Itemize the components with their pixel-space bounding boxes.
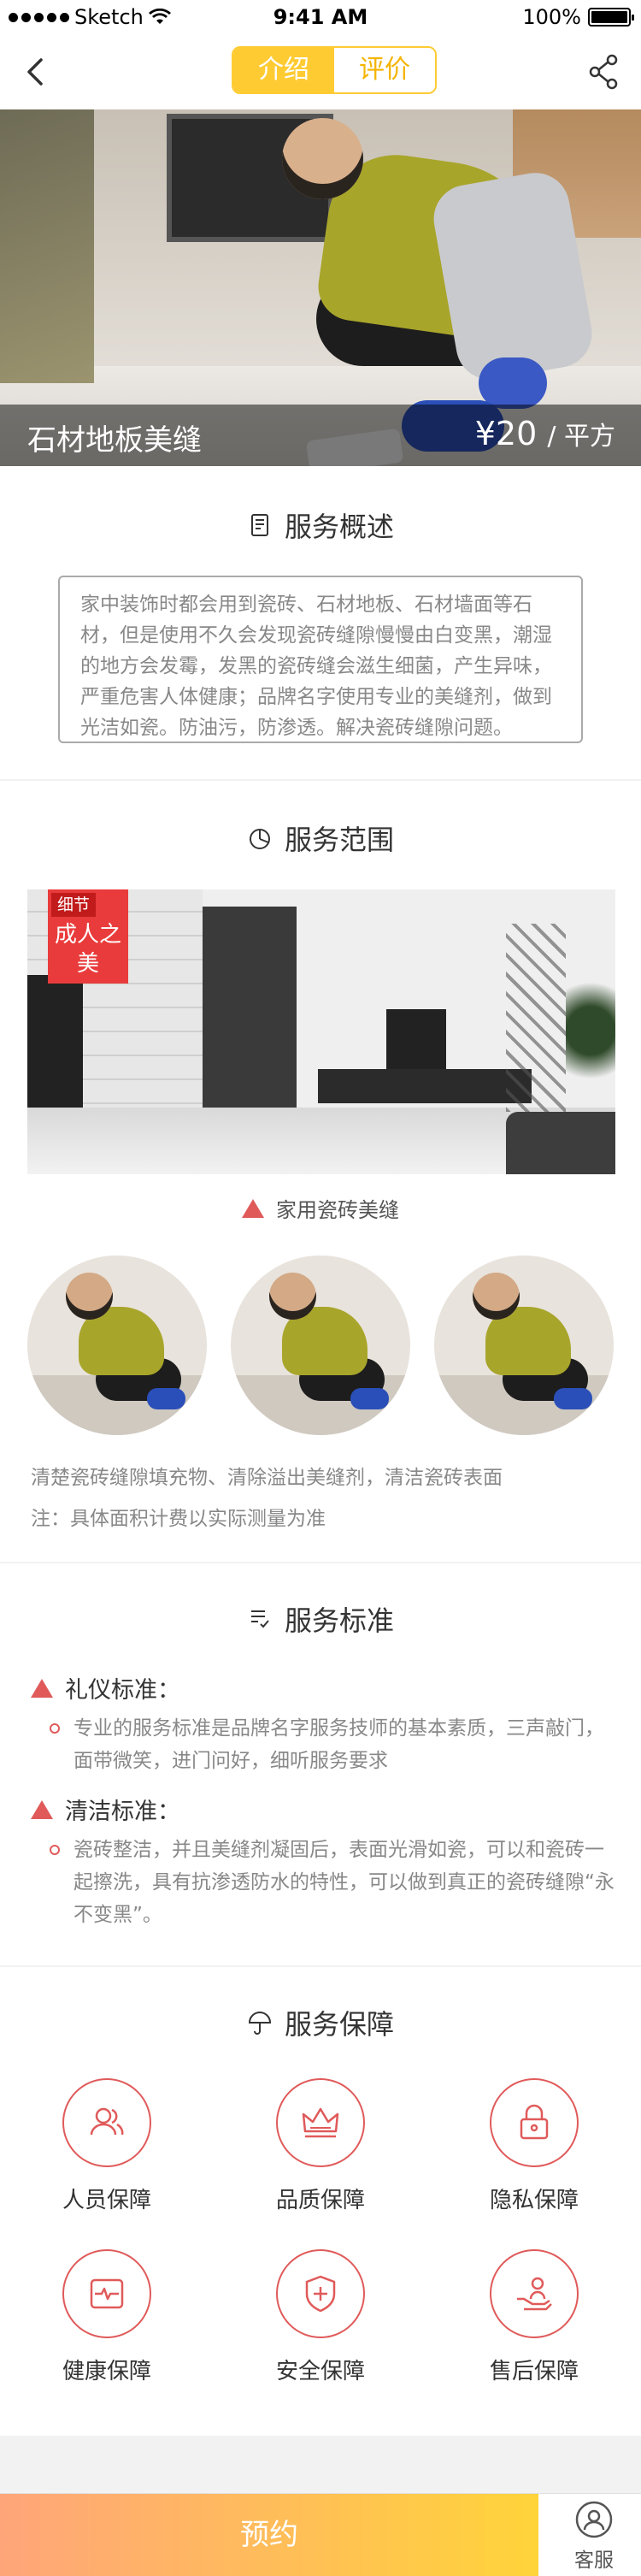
overview-section: 服务概述 家中装饰时都会用到瓷砖、石材地板、石材墙面等石材，但是使用不久会发现瓷… [0, 466, 641, 779]
price-unit: / 平方 [547, 422, 615, 452]
guarantee-title-text: 服务保障 [284, 2008, 394, 2041]
scope-title-text: 服务范围 [284, 824, 394, 856]
people-icon [62, 2078, 151, 2167]
battery-icon [588, 8, 634, 27]
guarantee-label: 隐私保障 [489, 2188, 579, 2213]
photo-head [66, 1273, 113, 1320]
hero-banner: 石材地板美缝 ¥20 / 平方 [0, 109, 641, 466]
triangle-icon [242, 1198, 264, 1218]
standard-title: 服务标准 [0, 1599, 641, 1639]
after-sale-icon [490, 2249, 579, 2338]
battery-label: 100% [522, 5, 581, 29]
battery-group: 100% [522, 5, 634, 29]
guarantee-title: 服务保障 [0, 2003, 641, 2042]
tab-reviews[interactable]: 评价 [334, 48, 435, 92]
hero-person-shoe [479, 357, 547, 409]
pie-chart-icon [249, 829, 270, 849]
photo-shoe [554, 1388, 592, 1409]
umbrella-icon [248, 2012, 271, 2035]
guarantee-label: 品质保障 [275, 2188, 365, 2213]
guarantee-after-sale[interactable]: 售后保障 [427, 2249, 641, 2385]
scope-title: 服务范围 [0, 818, 641, 858]
price-value: ¥20 [474, 415, 538, 452]
photo-shoe [350, 1388, 389, 1409]
hero-cabinet [0, 109, 94, 383]
lock-icon [490, 2078, 579, 2167]
scope-note: 注：具体面积计费以实际测量为准 [31, 1508, 326, 1530]
hero-caption: 石材地板美缝 ¥20 / 平方 [0, 405, 641, 466]
etiquette-text: 专业的服务标准是品牌名字服务技师的基本素质，三声敲门，面带微笑，进门问好，细听服… [50, 1712, 620, 1777]
scope-subtitle-text: 家用瓷砖美缝 [276, 1198, 399, 1222]
photo-head [473, 1273, 520, 1320]
bottom-bar: 预约 客服 [0, 2493, 641, 2576]
service-name: 石材地板美缝 [27, 423, 202, 458]
standard-title-text: 服务标准 [284, 1604, 394, 1637]
scope-lattice [506, 924, 566, 1112]
scope-plant [566, 966, 615, 1095]
scope-tv [386, 1009, 446, 1069]
etiquette-heading: 礼仪标准： [31, 1671, 180, 1705]
etiquette-heading-text: 礼仪标准： [65, 1677, 180, 1704]
guarantee-label: 人员保障 [62, 2188, 151, 2213]
guarantee-section: 服务保障 人员保障 品质保障 隐私保障 健康保障 安全保障 售后保障 [0, 1967, 641, 2436]
detail-tag-small: 细节 [51, 893, 96, 917]
detail-tag-big: 成人之美 [54, 922, 121, 977]
cleaning-heading-text: 清洁标准： [65, 1799, 180, 1825]
worker-photo [434, 1256, 614, 1435]
shield-icon [276, 2249, 365, 2338]
scope-sofa [506, 1112, 615, 1174]
cleaning-heading: 清洁标准： [31, 1793, 180, 1826]
document-icon [250, 514, 268, 536]
overview-text: 家中装饰时都会用到瓷砖、石材地板、石材墙面等石材，但是使用不久会发现瓷砖缝隙慢慢… [58, 576, 583, 743]
health-icon [62, 2249, 151, 2338]
guarantee-label: 安全保障 [275, 2359, 365, 2384]
scope-description: 清楚瓷砖缝隙填充物、清除溢出美缝剂，清洁瓷砖表面 [31, 1467, 503, 1489]
guarantee-quality[interactable]: 品质保障 [214, 2078, 427, 2214]
standard-section: 服务标准 礼仪标准： 专业的服务标准是品牌名字服务技师的基本素质，三声敲门，面带… [0, 1563, 641, 1965]
guarantee-label: 售后保障 [489, 2359, 579, 2384]
share-icon[interactable] [586, 53, 620, 91]
scope-cabinet [318, 1069, 532, 1103]
service-price: ¥20 / 平方 [475, 415, 615, 452]
triangle-icon [31, 1678, 53, 1698]
scope-image: 细节 成人之美 [27, 889, 615, 1174]
crown-icon [276, 2078, 365, 2167]
overview-title: 服务概述 [0, 505, 641, 545]
tab-switcher: 介绍 评价 [232, 46, 437, 94]
guarantee-privacy[interactable]: 隐私保障 [427, 2078, 641, 2214]
photo-head [269, 1273, 316, 1320]
guarantee-health[interactable]: 健康保障 [0, 2249, 214, 2385]
customer-service-label: 客服 [574, 2549, 614, 2572]
status-bar: Sketch 9:41 AM 100% [0, 0, 641, 34]
guarantee-personnel[interactable]: 人员保障 [0, 2078, 214, 2214]
checklist-icon [250, 1610, 269, 1628]
guarantee-label: 健康保障 [62, 2359, 151, 2384]
worker-photo [27, 1256, 207, 1435]
worker-photo [231, 1256, 410, 1435]
customer-service-icon [575, 2501, 613, 2538]
photo-shoe [147, 1388, 185, 1409]
nav-bar: 介绍 评价 [0, 34, 641, 109]
customer-service-button[interactable]: 客服 [547, 2499, 641, 2576]
book-button[interactable]: 预约 [0, 2494, 538, 2576]
detail-tag: 细节 成人之美 [48, 889, 128, 984]
back-arrow-icon[interactable] [19, 55, 53, 89]
scope-subtitle: 家用瓷砖美缝 [0, 1193, 641, 1223]
cleaning-text: 瓷砖整洁，并且美缝剂凝固后，表面光滑如瓷，可以和瓷砖一起擦洗，具有抗渗透防水的特… [50, 1834, 620, 1931]
hero-person-head [282, 118, 363, 199]
tab-intro[interactable]: 介绍 [233, 48, 334, 92]
triangle-icon [31, 1799, 53, 1819]
overview-title-text: 服务概述 [284, 511, 394, 543]
guarantee-safety[interactable]: 安全保障 [214, 2249, 427, 2385]
scope-section: 服务范围 细节 成人之美 家用瓷砖美缝 清楚瓷砖缝隙填充物、清除溢出美缝剂，清洁… [0, 781, 641, 1562]
